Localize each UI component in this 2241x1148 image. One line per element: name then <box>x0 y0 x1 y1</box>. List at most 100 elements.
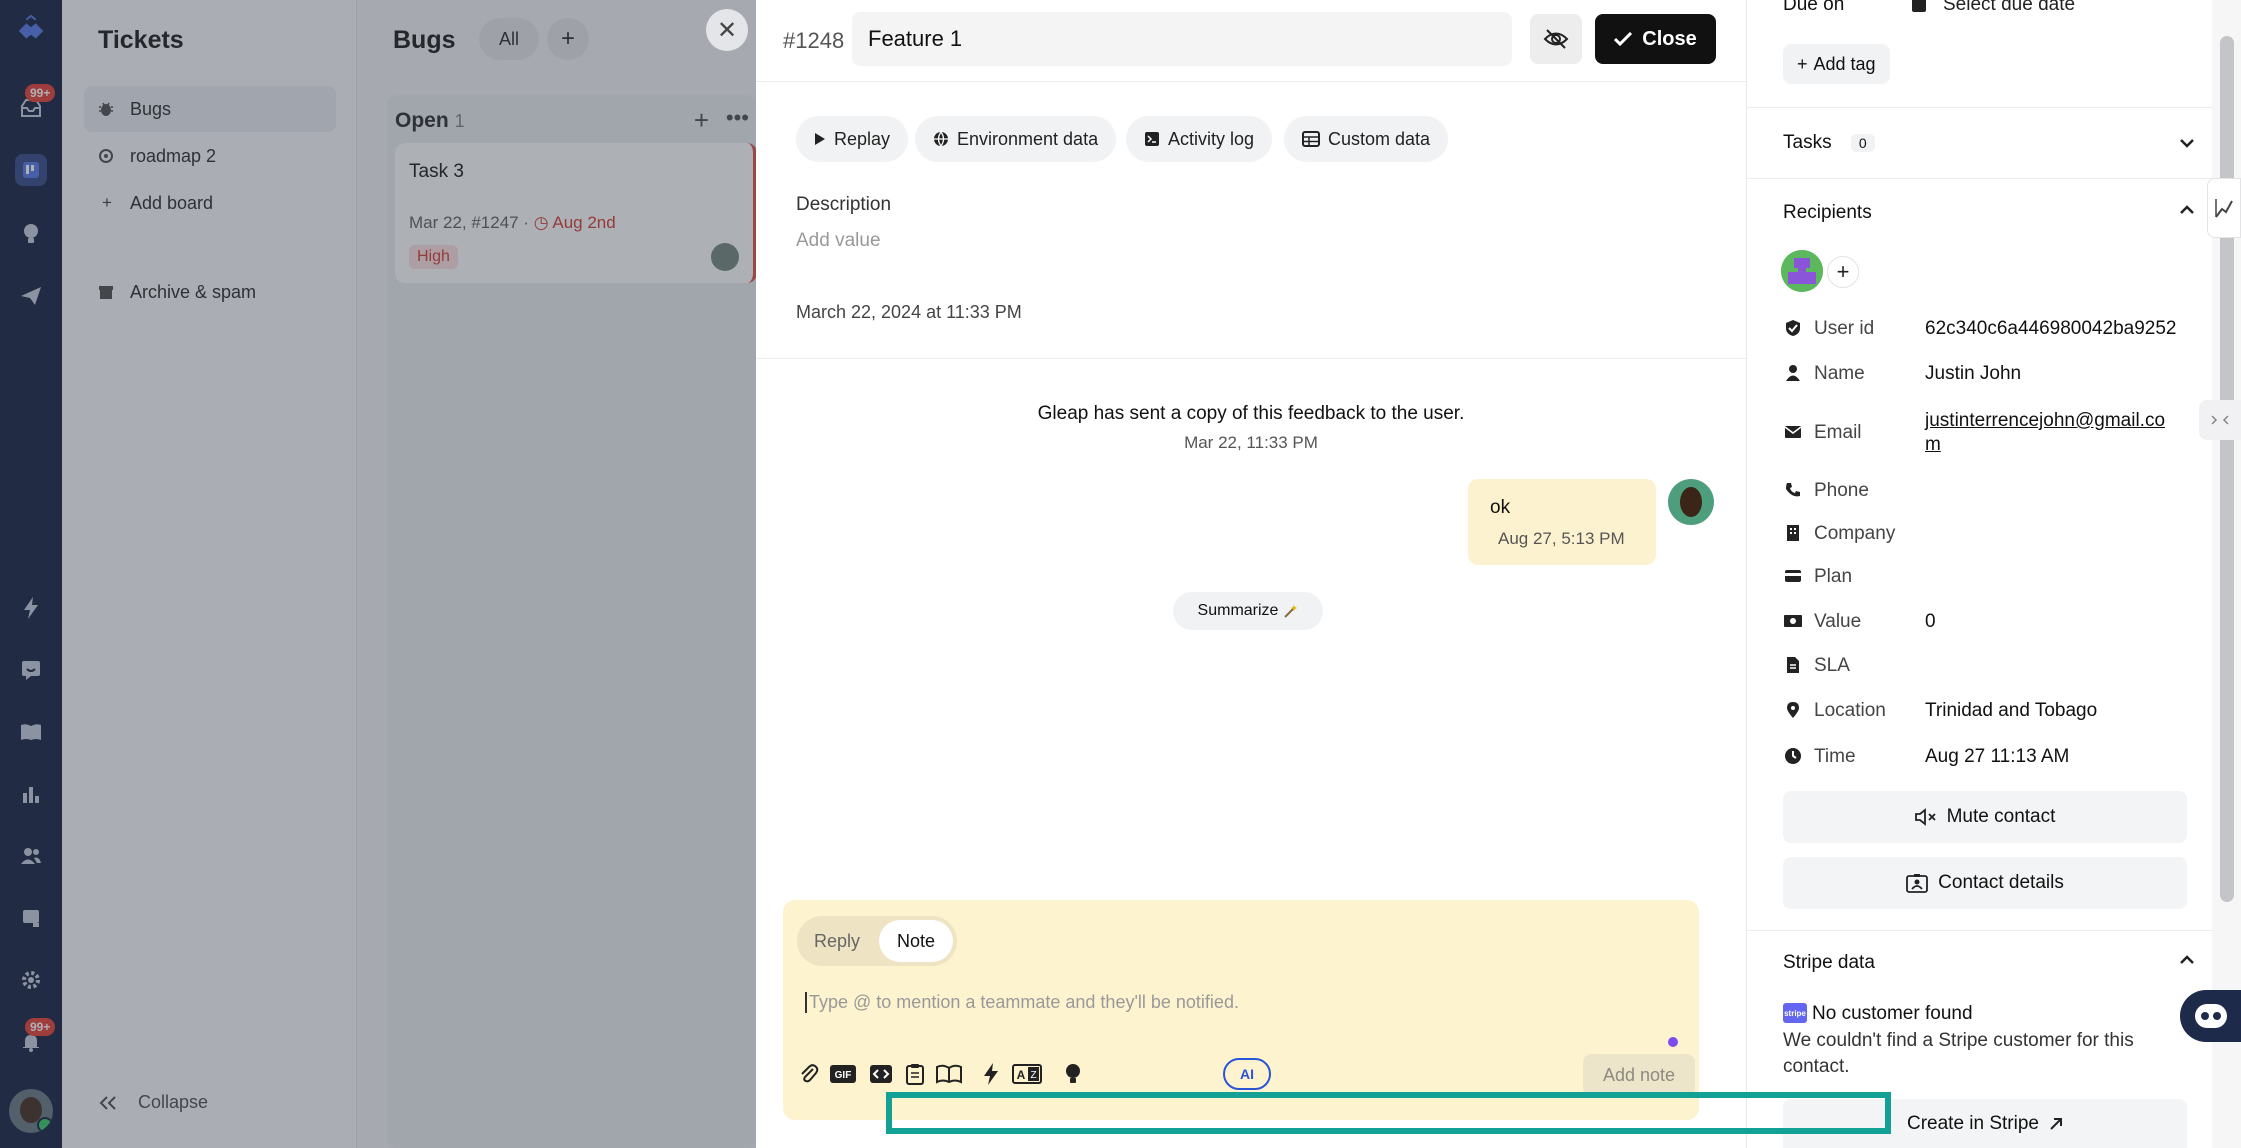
globe-icon <box>933 131 949 147</box>
name-label: Name <box>1814 363 1865 384</box>
chevron-up-icon[interactable] <box>2179 202 2195 218</box>
ticket-title-value: Feature 1 <box>868 26 963 51</box>
recipient-avatar[interactable] <box>1781 250 1823 292</box>
plus-icon: + <box>1797 53 1808 74</box>
phone-icon <box>1783 480 1803 500</box>
contact-details-button[interactable]: Contact details <box>1783 857 2187 909</box>
code-icon[interactable] <box>865 1058 897 1090</box>
gif-icon[interactable]: GIF <box>827 1058 859 1090</box>
time-value: Aug 27 11:13 AM <box>1925 746 2070 767</box>
svg-text:A: A <box>1017 1068 1026 1082</box>
reply-mode-button[interactable]: Reply <box>797 916 877 966</box>
magic-wand-icon <box>1284 604 1298 618</box>
tab-activity-log[interactable]: Activity log <box>1126 116 1273 162</box>
person-icon <box>1783 363 1803 383</box>
ticket-modal: #1248 Feature 1 Close Replay Environment… <box>756 0 1746 1148</box>
note-input[interactable]: Type @ to mention a teammate and they'll… <box>805 992 1239 1013</box>
clipboard-icon[interactable] <box>899 1058 931 1090</box>
value-value: 0 <box>1925 611 1936 632</box>
ticket-number: #1248 <box>783 28 845 53</box>
scrollbar[interactable] <box>2212 0 2241 1148</box>
summarize-label: Summarize <box>1197 602 1279 619</box>
paperclip-icon[interactable] <box>793 1058 825 1090</box>
close-ticket-label: Close <box>1642 27 1697 50</box>
mute-contact-button[interactable]: Mute contact <box>1783 791 2187 843</box>
value-label: Value <box>1814 611 1862 632</box>
ticket-details-panel: Due on Select due date + Add tag Tasks 0… <box>1746 0 2213 1148</box>
email-link[interactable]: justinterrencejohn@gmail.co m <box>1925 409 2165 457</box>
message-time: Aug 27, 5:13 PM <box>1498 529 1625 548</box>
typing-indicator-dot <box>1668 1037 1678 1047</box>
add-tag-button[interactable]: + Add tag <box>1783 44 1890 84</box>
company-label: Company <box>1814 523 1896 544</box>
system-message-time: Mar 22, 11:33 PM <box>1184 433 1318 452</box>
section-divider <box>1747 930 2213 931</box>
description-label: Description <box>796 194 892 215</box>
money-icon <box>1783 611 1803 631</box>
calendar-icon <box>1911 0 1927 13</box>
tab-replay[interactable]: Replay <box>796 116 909 162</box>
hide-button[interactable] <box>1530 14 1582 64</box>
add-tag-label: Add tag <box>1813 53 1876 74</box>
location-pin-icon <box>1783 700 1803 720</box>
envelope-icon <box>1783 422 1803 442</box>
tab-environment-data[interactable]: Environment data <box>915 116 1117 162</box>
file-icon <box>1783 655 1803 675</box>
building-icon <box>1783 523 1803 543</box>
stripe-status: No customer found <box>1812 1003 1973 1024</box>
header-divider <box>756 81 1746 82</box>
description-input[interactable]: Add value <box>796 230 881 252</box>
close-modal-icon[interactable]: ✕ <box>706 9 748 51</box>
external-link-icon <box>2049 1117 2063 1131</box>
scrollbar-thumb[interactable] <box>2220 36 2234 902</box>
shield-check-icon <box>1783 318 1803 338</box>
sla-label: SLA <box>1814 655 1850 676</box>
speaker-mute-icon <box>1914 808 1937 826</box>
created-date: March 22, 2024 at 11:33 PM <box>796 302 1022 322</box>
credit-card-icon <box>1783 566 1803 586</box>
due-date-value: Select due date <box>1943 0 2076 15</box>
phone-label: Phone <box>1814 480 1869 501</box>
tab-label: Replay <box>834 128 891 149</box>
mute-contact-label: Mute contact <box>1946 806 2056 827</box>
sender-avatar <box>1668 479 1714 525</box>
terminal-icon <box>1144 131 1160 147</box>
tasks-header[interactable]: Tasks 0 <box>1783 132 1875 154</box>
due-date-picker[interactable]: Select due date <box>1911 0 2075 16</box>
name-value: Justin John <box>1925 363 2022 384</box>
lightbulb-icon[interactable] <box>1057 1058 1089 1090</box>
summarize-button[interactable]: Summarize <box>1173 592 1323 630</box>
chat-launcher-button[interactable] <box>2180 990 2241 1042</box>
ai-assist-button[interactable]: AI <box>1223 1058 1271 1090</box>
highlight-box <box>886 1092 1891 1134</box>
side-panel-handle[interactable] <box>2207 178 2241 238</box>
tab-custom-data[interactable]: Custom data <box>1284 116 1449 162</box>
user-id-value: 62c340c6a446980042ba9252 <box>1925 318 2177 339</box>
ticket-title-input[interactable]: Feature 1 <box>852 12 1512 66</box>
play-icon <box>814 132 826 146</box>
time-label: Time <box>1814 746 1856 767</box>
message-bubble: ok Aug 27, 5:13 PM <box>1468 479 1656 565</box>
note-composer: Reply Note Type @ to mention a teammate … <box>783 900 1699 1120</box>
bot-face-icon <box>2194 1003 2228 1029</box>
section-divider <box>1747 107 2213 108</box>
chevron-down-icon[interactable] <box>2179 135 2195 151</box>
location-value: Trinidad and Tobago <box>1925 700 2098 721</box>
add-note-button[interactable]: Add note <box>1583 1054 1695 1096</box>
tab-label: Environment data <box>957 128 1099 149</box>
chevron-up-icon[interactable] <box>2179 952 2195 968</box>
message-text: ok <box>1490 497 1511 518</box>
location-label: Location <box>1814 700 1886 721</box>
close-ticket-button[interactable]: Close <box>1595 14 1716 64</box>
add-recipient-button[interactable]: + <box>1827 256 1859 288</box>
lightning-icon[interactable] <box>975 1058 1007 1090</box>
open-book-icon[interactable] <box>933 1058 965 1090</box>
translate-icon[interactable]: AZ <box>1011 1058 1043 1090</box>
stripe-note: We couldn't find a Stripe customer for t… <box>1783 1030 2134 1077</box>
system-message: Gleap has sent a copy of this feedback t… <box>1037 403 1465 424</box>
expand-panel-handle[interactable] <box>2199 400 2241 440</box>
plan-label: Plan <box>1814 566 1853 587</box>
reply-note-toggle: Reply Note <box>797 916 957 966</box>
note-mode-button[interactable]: Note <box>879 920 953 962</box>
recipients-label: Recipients <box>1783 202 1872 223</box>
